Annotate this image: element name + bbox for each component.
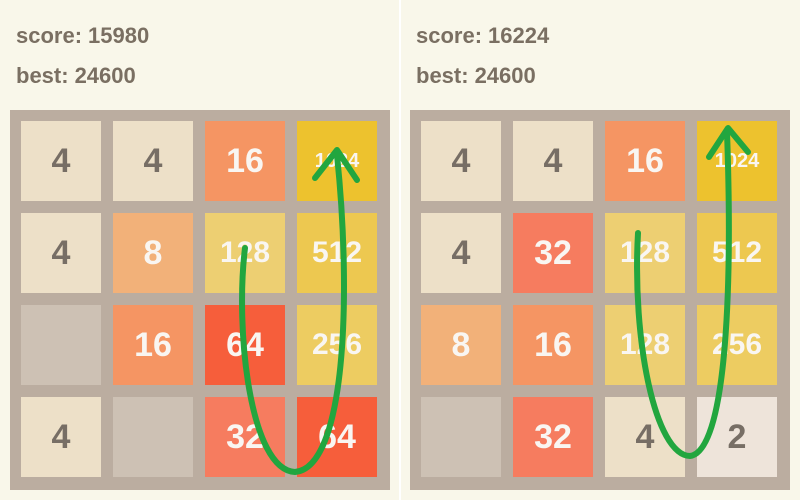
game-board[interactable]: 4 4 16 1024 4 32 128 512 8 16 128 256 32 4 2 xyxy=(410,110,790,490)
tile-64: 64 xyxy=(205,305,285,385)
tile-16: 16 xyxy=(513,305,593,385)
tile-512: 512 xyxy=(297,213,377,293)
score-value: 16224 xyxy=(488,23,550,48)
tile-4: 4 xyxy=(21,397,101,477)
game-panel-left: score: 15980 best: 24600 4 4 16 1024 4 8 128 512 1… xyxy=(0,0,400,500)
best-label: best: xyxy=(16,63,69,88)
empty-cell xyxy=(113,397,193,477)
tile-8: 8 xyxy=(113,213,193,293)
tile-1024: 1024 xyxy=(297,121,377,201)
tile-256: 256 xyxy=(697,305,777,385)
tile-4: 4 xyxy=(421,121,501,201)
tile-32: 32 xyxy=(513,397,593,477)
empty-cell xyxy=(421,397,501,477)
best-score-display: best: 24600 xyxy=(16,63,136,89)
tile-4: 4 xyxy=(113,121,193,201)
score-display: score: 16224 xyxy=(416,23,549,49)
empty-cell xyxy=(21,305,101,385)
tile-4: 4 xyxy=(21,121,101,201)
tile-4: 4 xyxy=(421,213,501,293)
tile-128: 128 xyxy=(205,213,285,293)
best-value: 24600 xyxy=(474,63,536,88)
tile-8: 8 xyxy=(421,305,501,385)
best-label: best: xyxy=(416,63,469,88)
score-label: score: xyxy=(416,23,483,48)
tile-256: 256 xyxy=(297,305,377,385)
tile-128: 128 xyxy=(605,305,685,385)
tile-2: 2 xyxy=(697,397,777,477)
tile-4: 4 xyxy=(513,121,593,201)
tile-512: 512 xyxy=(697,213,777,293)
tile-64: 64 xyxy=(297,397,377,477)
best-value: 24600 xyxy=(74,63,136,88)
tile-1024: 1024 xyxy=(697,121,777,201)
score-value: 15980 xyxy=(88,23,150,48)
game-panel-right: score: 16224 best: 24600 4 4 16 1024 4 32 128 512… xyxy=(400,0,800,500)
score-label: score: xyxy=(16,23,83,48)
tile-128: 128 xyxy=(605,213,685,293)
tile-32: 32 xyxy=(513,213,593,293)
score-display: score: 15980 xyxy=(16,23,149,49)
tile-4: 4 xyxy=(605,397,685,477)
tile-16: 16 xyxy=(113,305,193,385)
best-score-display: best: 24600 xyxy=(416,63,536,89)
tile-4: 4 xyxy=(21,213,101,293)
tile-32: 32 xyxy=(205,397,285,477)
tile-16: 16 xyxy=(205,121,285,201)
game-board[interactable]: 4 4 16 1024 4 8 128 512 16 64 256 4 32 64 xyxy=(10,110,390,490)
tile-16: 16 xyxy=(605,121,685,201)
